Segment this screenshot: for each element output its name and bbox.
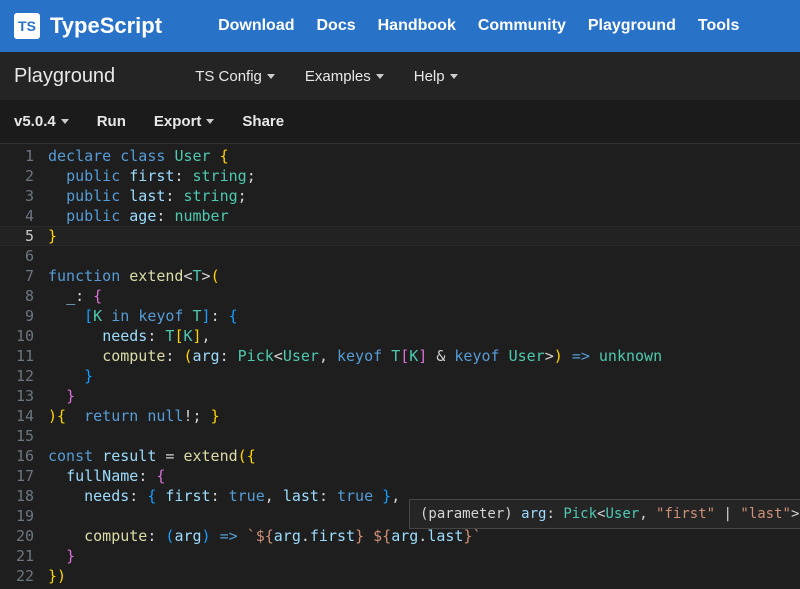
line-number: 15 xyxy=(0,426,34,446)
code-line[interactable]: } xyxy=(48,386,662,406)
ts-logo-icon: TS xyxy=(14,13,40,39)
topbar: TS TypeScript Download Docs Handbook Com… xyxy=(0,0,800,52)
nav-tools[interactable]: Tools xyxy=(698,17,739,35)
line-number: 12 xyxy=(0,366,34,386)
subbar: Playground TS Config Examples Help xyxy=(0,52,800,100)
brand-name[interactable]: TypeScript xyxy=(50,13,162,39)
nav-playground[interactable]: Playground xyxy=(588,17,676,35)
line-gutter: 12345678910111213141516171819202122 xyxy=(0,144,48,589)
line-number: 6 xyxy=(0,246,34,266)
hover-prefix: (parameter) xyxy=(420,506,521,522)
share-button[interactable]: Share xyxy=(242,113,284,130)
version-dropdown[interactable]: v5.0.4 xyxy=(14,113,69,130)
line-number: 4 xyxy=(0,206,34,226)
hover-tooltip: (parameter) arg: Pick<User, "first" | "l… xyxy=(409,499,800,529)
code-line[interactable]: const result = extend({ xyxy=(48,446,662,466)
line-number: 2 xyxy=(0,166,34,186)
code-line[interactable]: [K in keyof T]: { xyxy=(48,306,662,326)
line-number: 14 xyxy=(0,406,34,426)
code-line[interactable]: public first: string; xyxy=(48,166,662,186)
code-line[interactable]: compute: (arg: Pick<User, keyof T[K] & k… xyxy=(48,346,662,366)
code-line[interactable]: function extend<T>( xyxy=(48,266,662,286)
nav-download[interactable]: Download xyxy=(218,17,294,35)
line-number: 17 xyxy=(0,466,34,486)
nav-community[interactable]: Community xyxy=(478,17,566,35)
code-line[interactable]: ){ return null!; } xyxy=(48,406,662,426)
page-title: Playground xyxy=(14,65,115,88)
line-number: 19 xyxy=(0,506,34,526)
line-number: 20 xyxy=(0,526,34,546)
export-dropdown[interactable]: Export xyxy=(154,113,215,130)
chevron-down-icon xyxy=(267,74,275,79)
code-line[interactable]: _: { xyxy=(48,286,662,306)
code-line[interactable]: } xyxy=(48,226,662,246)
code-line[interactable]: } xyxy=(48,366,662,386)
menu-help-label: Help xyxy=(414,68,445,85)
line-number: 8 xyxy=(0,286,34,306)
code-line[interactable]: declare class User { xyxy=(48,146,662,166)
menu-examples-label: Examples xyxy=(305,68,371,85)
version-label: v5.0.4 xyxy=(14,113,56,130)
code-editor[interactable]: 12345678910111213141516171819202122 decl… xyxy=(0,144,800,589)
line-number: 7 xyxy=(0,266,34,286)
line-number: 9 xyxy=(0,306,34,326)
code-line[interactable]: needs: T[K], xyxy=(48,326,662,346)
menu-examples[interactable]: Examples xyxy=(305,68,384,85)
hover-type: Pick xyxy=(563,506,597,522)
run-label: Run xyxy=(97,113,126,130)
code-line[interactable]: }) xyxy=(48,566,662,586)
nav-handbook[interactable]: Handbook xyxy=(378,17,456,35)
line-number: 1 xyxy=(0,146,34,166)
line-number: 10 xyxy=(0,326,34,346)
code-line[interactable] xyxy=(48,246,662,266)
code-line[interactable]: public last: string; xyxy=(48,186,662,206)
code-line[interactable]: fullName: { xyxy=(48,466,662,486)
top-nav: Download Docs Handbook Community Playgro… xyxy=(218,17,739,35)
run-button[interactable]: Run xyxy=(97,113,126,130)
export-label: Export xyxy=(154,113,202,130)
line-number: 5 xyxy=(0,226,34,246)
menu-ts-config[interactable]: TS Config xyxy=(195,68,275,85)
line-number: 11 xyxy=(0,346,34,366)
code-line[interactable]: public age: number xyxy=(48,206,662,226)
chevron-down-icon xyxy=(206,119,214,124)
menu-ts-config-label: TS Config xyxy=(195,68,262,85)
line-number: 18 xyxy=(0,486,34,506)
line-number: 13 xyxy=(0,386,34,406)
hover-param-name: arg xyxy=(521,506,546,522)
code-line[interactable] xyxy=(48,426,662,446)
menu-help[interactable]: Help xyxy=(414,68,458,85)
line-number: 22 xyxy=(0,566,34,586)
code-line[interactable]: } xyxy=(48,546,662,566)
line-number: 16 xyxy=(0,446,34,466)
chevron-down-icon xyxy=(376,74,384,79)
code-line[interactable]: compute: (arg) => `${arg.first} ${arg.la… xyxy=(48,526,662,546)
chevron-down-icon xyxy=(61,119,69,124)
share-label: Share xyxy=(242,113,284,130)
line-number: 3 xyxy=(0,186,34,206)
line-number: 21 xyxy=(0,546,34,566)
nav-docs[interactable]: Docs xyxy=(317,17,356,35)
toolbar: v5.0.4 Run Export Share xyxy=(0,100,800,144)
chevron-down-icon xyxy=(450,74,458,79)
playground-menu: TS Config Examples Help xyxy=(195,68,457,85)
